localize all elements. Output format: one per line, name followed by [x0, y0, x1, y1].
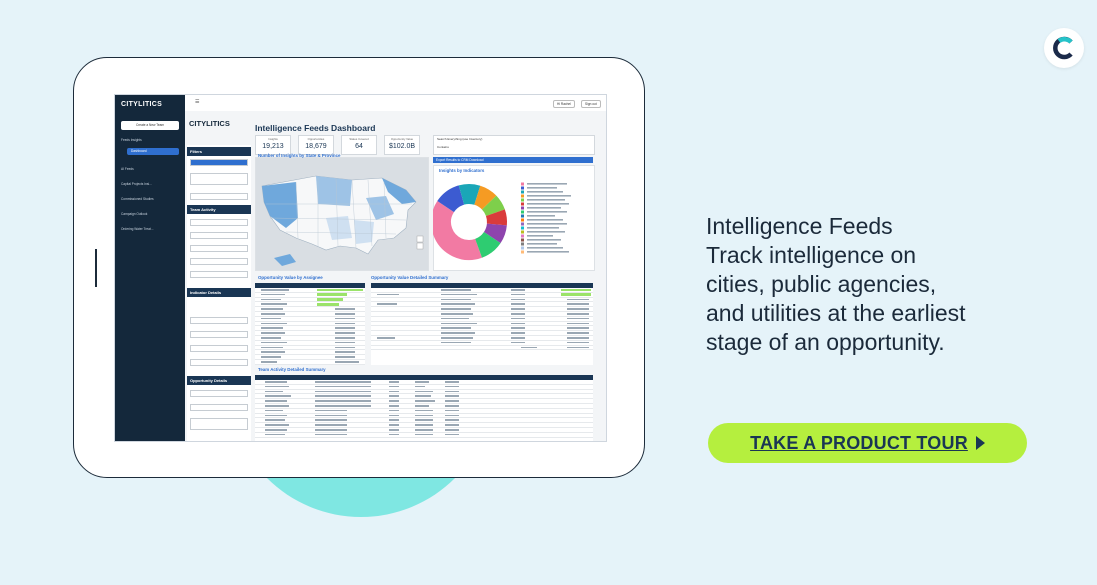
tablet-home-button	[95, 249, 97, 287]
sidebar-item[interactable]: AI Feeds	[121, 166, 181, 173]
brand-logo	[1044, 28, 1084, 68]
team-activity-title: Team Activity Detailed Summary	[258, 367, 326, 372]
filter-select[interactable]	[190, 404, 248, 411]
filter-select[interactable]	[190, 331, 248, 338]
assignee-title: Opportunity Value by Assignee	[258, 275, 323, 280]
filter-slider[interactable]	[190, 418, 248, 430]
dashboard-logo: CITYLITICS	[189, 119, 230, 128]
user-button[interactable]: Hi Rachel	[553, 100, 575, 108]
kpi-opportunities: Opportunities 18,679	[298, 135, 334, 155]
detail-table	[371, 283, 593, 365]
feature-title: Intelligence Feeds	[706, 213, 893, 239]
donut-legend	[521, 181, 589, 270]
detail-title: Opportunity Value Detailed Summary	[371, 275, 449, 280]
kpi-states: States Covered 64	[341, 135, 377, 155]
c-logo-icon	[1053, 36, 1073, 60]
search-box[interactable]: Search Everything (use Inventory) Contai…	[433, 135, 595, 155]
filter-select[interactable]	[190, 232, 248, 239]
sidebar-item[interactable]: Campaign Outlook	[121, 211, 181, 218]
us-map-graphic	[256, 158, 428, 270]
map-panel	[255, 157, 429, 271]
filter-select[interactable]	[190, 345, 248, 352]
description-line: stage of an opportunity.	[706, 329, 945, 355]
donut-title: Insights by Indicators	[439, 168, 485, 173]
description-line: and utilities at the earliest	[706, 300, 966, 326]
sidebar-item[interactable]: Capital Projects Insi...	[121, 181, 181, 188]
menu-icon[interactable]: ☰	[195, 99, 199, 105]
sidebar-item[interactable]: Ordering Water Treat...	[121, 226, 181, 233]
opportunity-details-header: Opportunity Details	[187, 376, 251, 385]
feature-description: Track intelligence on cities, public age…	[706, 241, 1046, 357]
new-team-button[interactable]: Create a New Team	[121, 121, 179, 130]
app-sidebar: CITYLITICS Create a New Team Feeds Insig…	[115, 95, 185, 441]
dashboard-title: Intelligence Feeds Dashboard	[255, 123, 376, 133]
kpi-value: Opportunity Value $102.0B	[384, 135, 420, 155]
team-activity-table	[255, 375, 593, 441]
signout-button[interactable]: Sign out	[581, 100, 601, 108]
map-title: Number of Insights by State & Province	[258, 153, 341, 158]
donut-chart-graphic	[433, 184, 507, 260]
export-bar[interactable]: Export Results to CRM Download	[433, 157, 593, 163]
filters-header: Filters	[187, 147, 251, 156]
filter-select[interactable]	[190, 317, 248, 324]
filter-select[interactable]	[190, 193, 248, 200]
dashboard-screenshot: CITYLITICS Create a New Team Feeds Insig…	[115, 95, 606, 441]
filter-select[interactable]	[190, 390, 248, 397]
filter-slider[interactable]	[190, 173, 248, 185]
app-logo: CITYLITICS	[121, 101, 163, 108]
filter-select[interactable]	[190, 258, 248, 265]
product-tour-label[interactable]: TAKE A PRODUCT TOUR	[750, 433, 968, 454]
description-line: cities, public agencies,	[706, 271, 937, 297]
product-tour-button[interactable]: TAKE A PRODUCT TOUR	[708, 423, 1027, 463]
filter-select[interactable]	[190, 219, 248, 226]
team-activity-header: Team Activity	[187, 205, 251, 214]
feature-copy: Intelligence Feeds Track intelligence on…	[706, 213, 1046, 357]
filter-select[interactable]	[190, 271, 248, 278]
description-line: Track intelligence on	[706, 242, 917, 268]
assignee-table	[255, 283, 365, 365]
filter-select[interactable]	[190, 245, 248, 252]
sidebar-item[interactable]: Commissioned Studies	[121, 196, 181, 203]
indicator-details-header: Indicator Details	[187, 288, 251, 297]
kpi-insights: Insights 19,213	[255, 135, 291, 155]
filter-select[interactable]	[190, 159, 248, 166]
sidebar-item[interactable]: Feeds Insights	[121, 137, 181, 144]
sidebar-item-active[interactable]: Dashboard	[127, 148, 179, 155]
promo-card: CITYLITICS Create a New Team Feeds Insig…	[0, 0, 1097, 585]
play-arrow-icon	[975, 436, 985, 450]
filter-select[interactable]	[190, 359, 248, 366]
app-topbar: ☰ Hi Rachel Sign out	[185, 95, 606, 112]
